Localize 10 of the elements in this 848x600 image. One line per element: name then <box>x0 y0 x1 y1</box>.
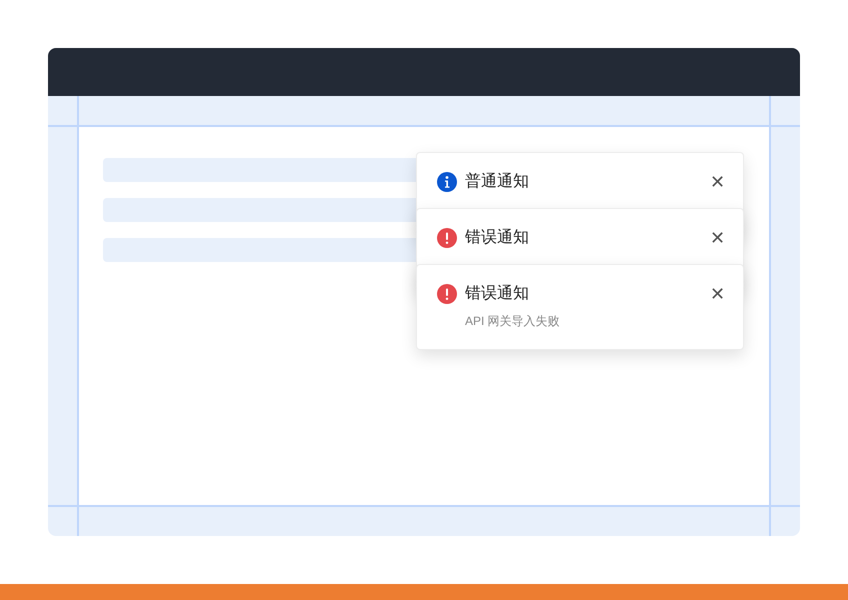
notification-title: 错误通知 <box>465 284 529 304</box>
close-button[interactable]: ✕ <box>710 172 725 192</box>
error-icon <box>437 284 457 304</box>
info-icon <box>437 172 457 192</box>
notification-title: 错误通知 <box>465 228 529 248</box>
error-icon <box>437 228 457 248</box>
notification-title: 普通通知 <box>465 172 529 192</box>
close-button[interactable]: ✕ <box>710 228 725 248</box>
close-button[interactable]: ✕ <box>710 284 725 304</box>
notification-message: API 网关导入失败 <box>465 313 560 329</box>
